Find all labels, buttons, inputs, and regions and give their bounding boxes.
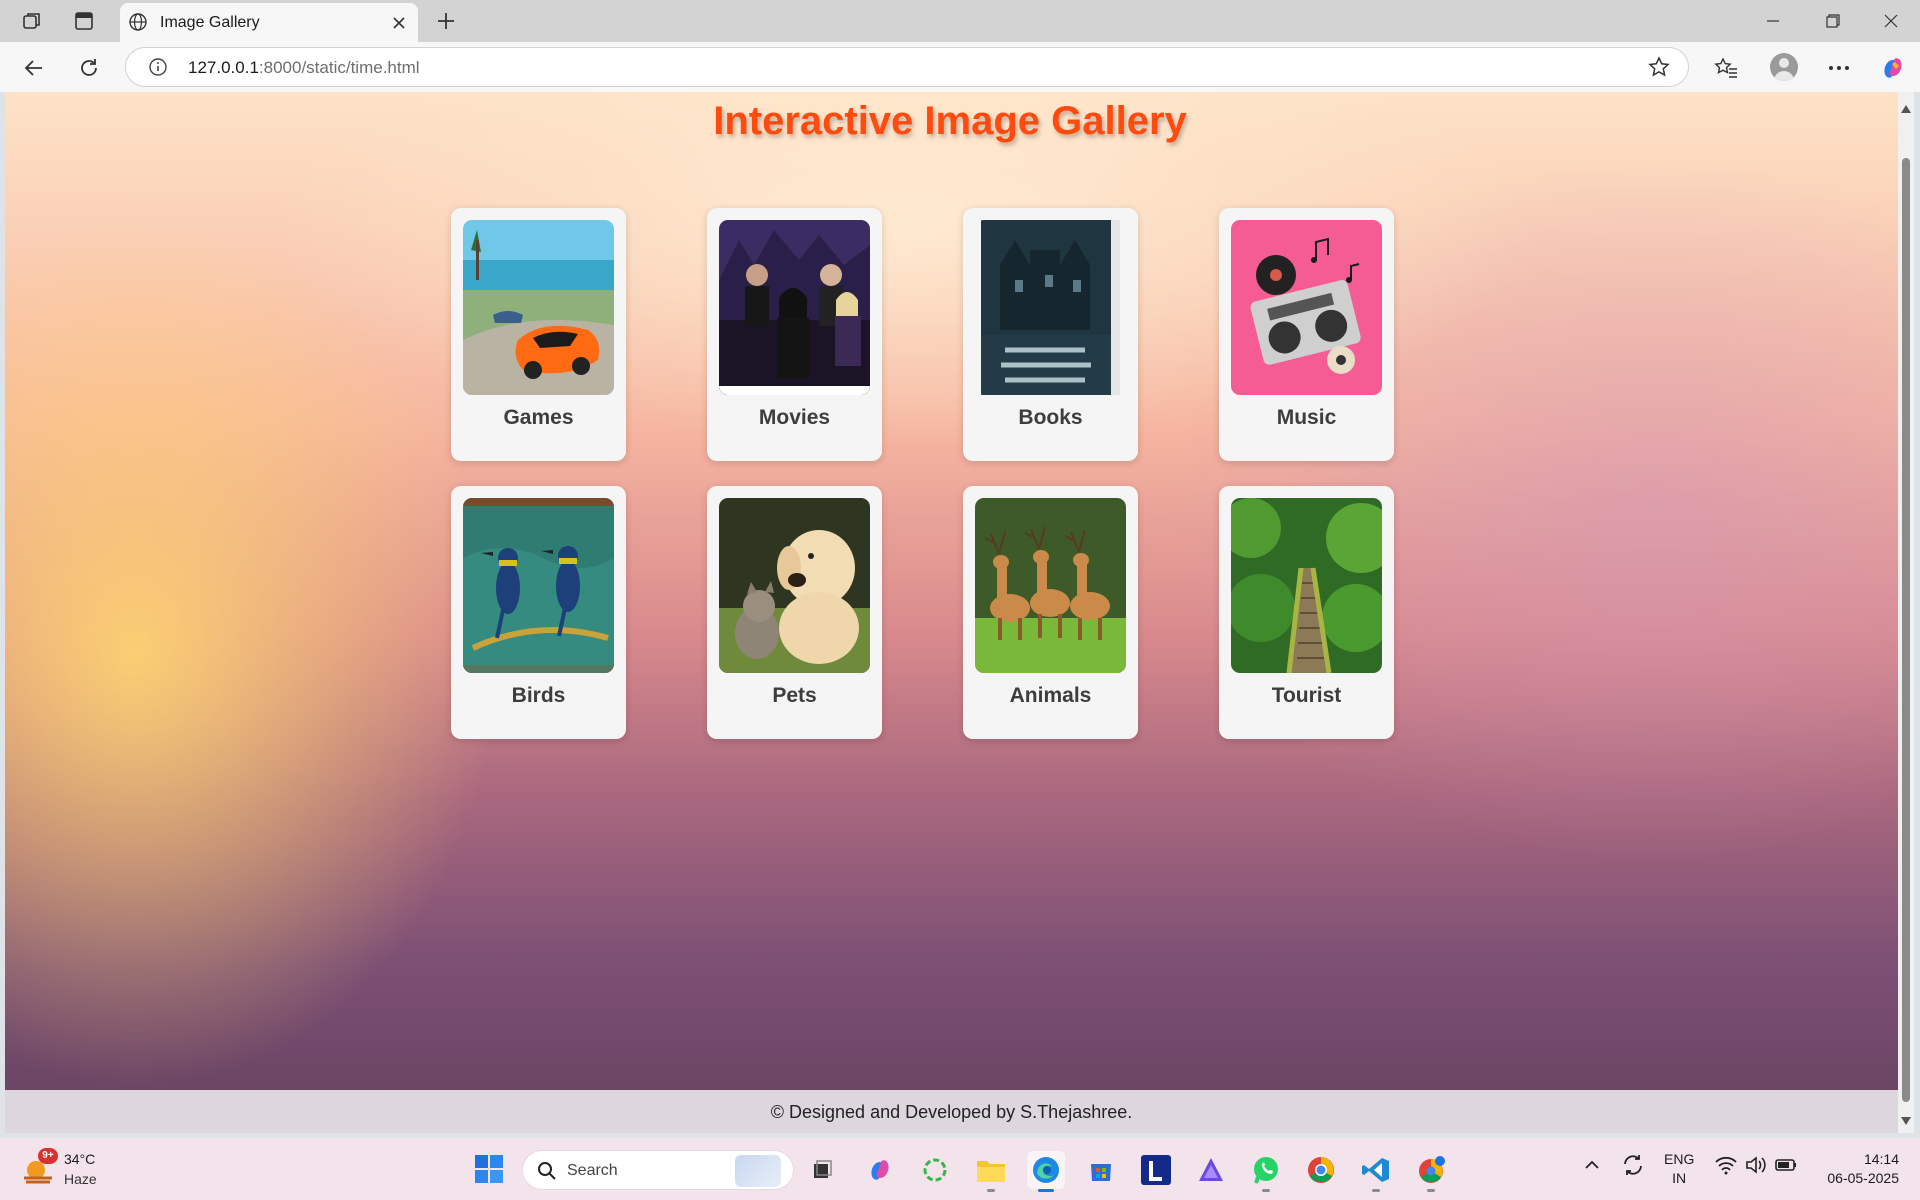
page-footer: © Designed and Developed by S.Thejashree… xyxy=(5,1090,1898,1133)
lang-region: IN xyxy=(1672,1170,1687,1186)
close-tab-icon[interactable] xyxy=(388,12,410,34)
windows-taskbar: 9+ 34°C Haze Search ENG IN 14:14 06-05-2… xyxy=(0,1138,1920,1200)
address-bar[interactable]: 127.0.0.1:8000/static/time.html xyxy=(125,47,1689,87)
vscode-icon[interactable] xyxy=(1357,1151,1395,1192)
tab-image-gallery[interactable]: Image Gallery xyxy=(120,3,418,42)
edge-browser-icon[interactable] xyxy=(1027,1151,1065,1192)
volume-icon[interactable] xyxy=(1744,1150,1768,1185)
music-image xyxy=(1231,220,1382,395)
scrollbar-thumb[interactable] xyxy=(1902,158,1910,1102)
vertical-scrollbar[interactable] xyxy=(1898,92,1914,1133)
info-icon[interactable] xyxy=(148,57,168,82)
card-label: Music xyxy=(1276,406,1337,429)
taskbar-search[interactable]: Search xyxy=(522,1150,794,1190)
animals-image xyxy=(975,498,1126,673)
pets-image xyxy=(719,498,870,673)
favorite-star-icon[interactable] xyxy=(1648,56,1670,83)
weather-temp: 34°C xyxy=(64,1151,96,1167)
url-host: 127.0.0.1 xyxy=(188,58,259,77)
card-label: Books xyxy=(1018,406,1083,429)
scroll-down-icon[interactable] xyxy=(1901,1112,1911,1130)
running-indicator xyxy=(1262,1189,1270,1192)
card-label: Games xyxy=(503,406,574,429)
start-button[interactable] xyxy=(474,1154,504,1189)
card-label: Birds xyxy=(511,684,566,707)
sync-app-icon[interactable] xyxy=(916,1151,954,1189)
chrome-icon[interactable] xyxy=(1302,1151,1340,1189)
scroll-up-icon[interactable] xyxy=(1901,100,1911,118)
show-hidden-icons[interactable] xyxy=(1582,1150,1602,1185)
task-view-icon[interactable] xyxy=(803,1151,841,1189)
tab-actions-icon[interactable] xyxy=(70,8,98,34)
back-button[interactable] xyxy=(18,52,50,84)
footer-credit: © Designed and Developed by S.Thejashree… xyxy=(770,1102,1133,1122)
copilot-app-icon[interactable] xyxy=(861,1151,899,1189)
card-label: Pets xyxy=(772,684,817,707)
system-clock[interactable]: 14:14 06-05-2025 xyxy=(1815,1150,1899,1188)
workspaces-icon[interactable] xyxy=(18,8,46,34)
tourist-image xyxy=(1231,498,1382,673)
page-title: Interactive Image Gallery xyxy=(713,99,1187,143)
sync-status-icon[interactable] xyxy=(1620,1150,1646,1185)
microsoft-store-icon[interactable] xyxy=(1082,1151,1120,1189)
search-highlight-icon xyxy=(735,1155,781,1187)
more-options-icon[interactable] xyxy=(1823,52,1855,84)
url-path: :8000/static/time.html xyxy=(258,58,420,77)
browser-tab-bar: Image Gallery xyxy=(0,0,1920,42)
weather-condition: Haze xyxy=(64,1171,97,1187)
chrome-profile-icon[interactable] xyxy=(1412,1151,1450,1192)
gallery-card-games[interactable]: Games xyxy=(451,208,626,461)
url-text: 127.0.0.1:8000/static/time.html xyxy=(188,58,420,78)
proton-app-icon[interactable] xyxy=(1192,1151,1230,1189)
running-indicator xyxy=(987,1189,995,1192)
weather-widget[interactable]: 9+ 34°C Haze xyxy=(22,1148,112,1192)
movies-image xyxy=(719,220,870,395)
close-window-button[interactable] xyxy=(1868,6,1914,36)
gallery-card-music[interactable]: Music xyxy=(1219,208,1394,461)
new-tab-button[interactable] xyxy=(432,8,460,34)
card-label: Movies xyxy=(758,406,831,429)
card-label: Animals xyxy=(1009,684,1092,707)
battery-icon[interactable] xyxy=(1774,1150,1798,1185)
globe-icon xyxy=(128,12,148,37)
games-image xyxy=(463,220,614,395)
file-explorer-icon[interactable] xyxy=(972,1151,1010,1192)
whatsapp-icon[interactable] xyxy=(1247,1151,1285,1192)
favorites-icon[interactable] xyxy=(1710,52,1742,84)
language-indicator[interactable]: ENG IN xyxy=(1664,1150,1694,1188)
notification-badge: 9+ xyxy=(38,1148,58,1164)
gallery-card-tourist[interactable]: Tourist xyxy=(1219,486,1394,739)
browser-toolbar: 127.0.0.1:8000/static/time.html xyxy=(0,42,1920,92)
running-indicator xyxy=(1372,1189,1380,1192)
minimize-button[interactable] xyxy=(1750,6,1796,36)
restore-button[interactable] xyxy=(1810,6,1856,36)
l-app-icon[interactable] xyxy=(1137,1151,1175,1189)
clock-time: 14:14 xyxy=(1863,1151,1899,1167)
card-label: Tourist xyxy=(1271,684,1342,707)
gallery-card-books[interactable]: Books xyxy=(963,208,1138,461)
search-placeholder: Search xyxy=(567,1162,618,1179)
running-indicator xyxy=(1427,1189,1435,1192)
gallery-card-animals[interactable]: Animals xyxy=(963,486,1138,739)
lang-code: ENG xyxy=(1664,1151,1695,1167)
active-indicator xyxy=(1038,1189,1054,1192)
wifi-icon[interactable] xyxy=(1714,1150,1738,1185)
gallery-card-movies[interactable]: Movies xyxy=(707,208,882,461)
page-viewport: Interactive Image Gallery Games Movies B… xyxy=(5,92,1898,1133)
copilot-icon[interactable] xyxy=(1877,52,1909,84)
profile-avatar[interactable] xyxy=(1770,53,1798,81)
clock-date: 06-05-2025 xyxy=(1827,1170,1899,1186)
books-image xyxy=(975,220,1126,395)
search-icon xyxy=(537,1161,557,1186)
birds-image xyxy=(463,498,614,673)
gallery-card-pets[interactable]: Pets xyxy=(707,486,882,739)
gallery-card-birds[interactable]: Birds xyxy=(451,486,626,739)
refresh-button[interactable] xyxy=(73,52,105,84)
tab-title: Image Gallery xyxy=(160,14,260,31)
